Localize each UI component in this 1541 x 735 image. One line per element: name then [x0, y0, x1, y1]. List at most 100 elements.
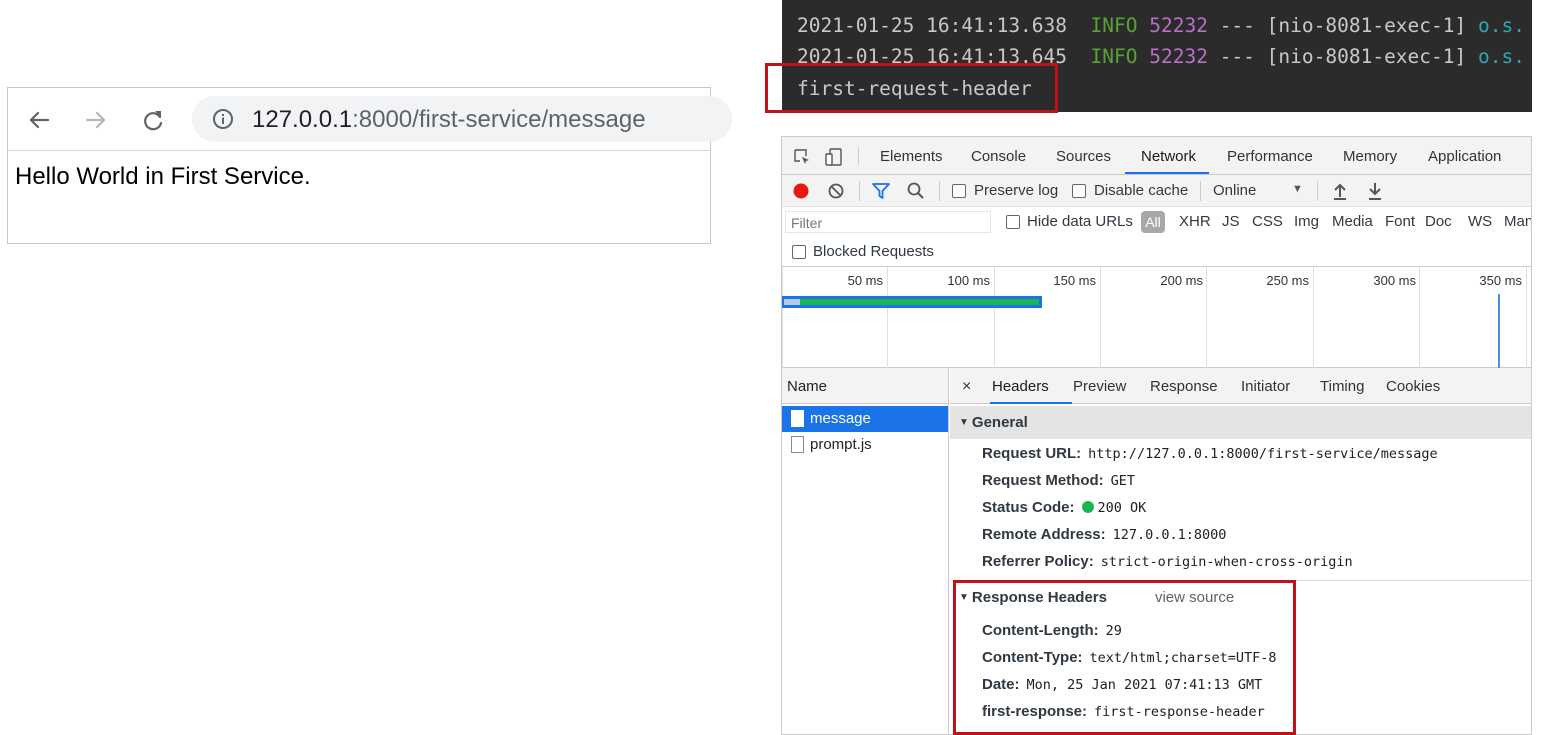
filter-input[interactable]: Filter [785, 211, 991, 233]
header-row-referrer-policy: Referrer Policy: strict-origin-when-cross… [982, 553, 1353, 570]
log-level: INFO [1090, 45, 1138, 68]
status-ok-icon [1081, 501, 1094, 513]
timeline-gridline [1313, 267, 1314, 368]
throttling-select[interactable]: Online [1213, 182, 1256, 199]
timeline-tick-label: 350 ms [1479, 273, 1522, 288]
timeline-tick-label: 200 ms [1160, 273, 1203, 288]
header-key: Referrer Policy: [982, 553, 1094, 570]
url-text[interactable]: 127.0.0.1:8000/first-service/message [252, 106, 646, 134]
request-row-prompt-js[interactable]: prompt.js [782, 432, 948, 458]
disable-cache-label: Disable cache [1094, 182, 1189, 199]
filter-type-img[interactable]: Img [1294, 213, 1319, 230]
timeline-tick-label: 100 ms [947, 273, 990, 288]
forward-arrow-icon[interactable] [81, 105, 111, 135]
header-row-request-method: Request Method: GET [982, 472, 1135, 489]
filter-icon[interactable] [871, 182, 891, 200]
divider [1200, 181, 1201, 201]
tab-performance[interactable]: Performance [1227, 148, 1313, 165]
chevron-down-icon[interactable]: ▼ [1292, 183, 1303, 195]
reload-icon[interactable] [138, 105, 168, 135]
hide-data-urls-label: Hide data URLs [1027, 213, 1133, 230]
tab-application[interactable]: Application [1428, 148, 1501, 165]
tab-response[interactable]: Response [1150, 378, 1218, 395]
network-overview-timeline[interactable]: 50 ms 100 ms 150 ms 200 ms 250 ms 300 ms… [782, 267, 1531, 368]
header-key: Remote Address: [982, 526, 1106, 543]
header-value: 200 OK [1097, 500, 1147, 516]
info-icon[interactable] [212, 108, 234, 130]
header-key: Status Code: [982, 499, 1075, 516]
request-row-message[interactable]: message [782, 406, 948, 432]
log-separator: --- [1219, 45, 1255, 68]
timeline-gridline [782, 267, 783, 368]
tab-elements[interactable]: Elements [880, 148, 943, 165]
back-arrow-icon[interactable] [24, 105, 54, 135]
divider [859, 181, 860, 201]
highlight-box-request-header [765, 63, 1058, 113]
tab-console[interactable]: Console [971, 148, 1026, 165]
request-waiting-segment [784, 299, 800, 305]
header-value: 127.0.0.1:8000 [1112, 527, 1227, 543]
timeline-gridline [1100, 267, 1101, 368]
tab-network[interactable]: Network [1141, 148, 1196, 165]
timeline-tick-label: 150 ms [1053, 273, 1096, 288]
disable-cache-checkbox[interactable] [1072, 184, 1086, 198]
filter-type-font[interactable]: Font [1385, 213, 1415, 230]
filter-type-xhr[interactable]: XHR [1179, 213, 1211, 230]
filter-type-media[interactable]: Media [1332, 213, 1373, 230]
header-key: Request URL: [982, 445, 1082, 462]
highlight-box-response-headers [953, 580, 1296, 735]
record-icon[interactable] [792, 182, 810, 200]
tab-headers[interactable]: Headers [992, 378, 1049, 395]
load-event-marker [1498, 294, 1500, 368]
divider [939, 181, 940, 201]
header-value: strict-origin-when-cross-origin [1100, 554, 1353, 570]
url-path: :8000/first-service/message [352, 106, 646, 133]
timeline-gridline [887, 267, 888, 368]
log-pid: 52232 [1149, 14, 1208, 37]
hide-data-urls-checkbox[interactable] [1006, 215, 1020, 229]
filter-type-all[interactable]: All [1141, 211, 1165, 233]
triangle-down-icon: ▼ [959, 417, 969, 428]
filter-type-doc[interactable]: Doc [1425, 213, 1452, 230]
timeline-gridline [1206, 267, 1207, 368]
log-thread: [nio-8081-exec-1] [1266, 45, 1467, 68]
general-section-title: General [971, 414, 1028, 431]
tab-timing[interactable]: Timing [1320, 378, 1364, 395]
log-logger: o.s. [1478, 45, 1525, 68]
clear-icon[interactable] [827, 182, 845, 200]
blocked-requests-checkbox[interactable] [792, 245, 806, 259]
general-section-header[interactable]: ▼ General [950, 406, 1531, 439]
tab-preview[interactable]: Preview [1073, 378, 1126, 395]
filter-type-ws[interactable]: WS [1468, 213, 1492, 230]
timeline-gridline [1419, 267, 1420, 368]
device-toolbar-icon[interactable] [824, 147, 844, 167]
filter-type-js[interactable]: JS [1222, 213, 1240, 230]
filter-bar: Filter Hide data URLs All XHR JS CSS Img… [782, 207, 1531, 267]
log-level: INFO [1090, 14, 1138, 37]
preserve-log-checkbox[interactable] [952, 184, 966, 198]
tab-sources[interactable]: Sources [1056, 148, 1111, 165]
request-name: message [810, 410, 871, 427]
inspect-element-icon[interactable] [792, 147, 812, 167]
timeline-gridline [1526, 267, 1527, 368]
filter-type-css[interactable]: CSS [1252, 213, 1283, 230]
tab-initiator[interactable]: Initiator [1241, 378, 1290, 395]
active-tab-indicator [1125, 172, 1209, 174]
blocked-requests-label: Blocked Requests [813, 243, 934, 260]
timeline-gridline [994, 267, 995, 368]
name-column-header[interactable]: Name [782, 368, 948, 404]
devtools-tab-bar: Elements Console Sources Network Perform… [782, 137, 1531, 175]
header-row-remote-address: Remote Address: 127.0.0.1:8000 [982, 526, 1226, 543]
search-icon[interactable] [906, 181, 926, 201]
active-detail-tab-indicator [990, 402, 1072, 404]
export-har-icon[interactable] [1367, 181, 1383, 201]
address-bar[interactable]: 127.0.0.1:8000/first-service/message [192, 96, 732, 142]
divider [858, 147, 859, 165]
close-icon[interactable]: × [962, 378, 971, 396]
page-body-text: Hello World in First Service. [15, 163, 311, 190]
import-har-icon[interactable] [1332, 181, 1348, 201]
tab-memory[interactable]: Memory [1343, 148, 1397, 165]
tab-cookies[interactable]: Cookies [1386, 378, 1440, 395]
log-line: 2021-01-25 16:41:13.638 INFO 52232 --- [… [797, 14, 1525, 37]
filter-type-manifest[interactable]: Man [1504, 213, 1531, 230]
